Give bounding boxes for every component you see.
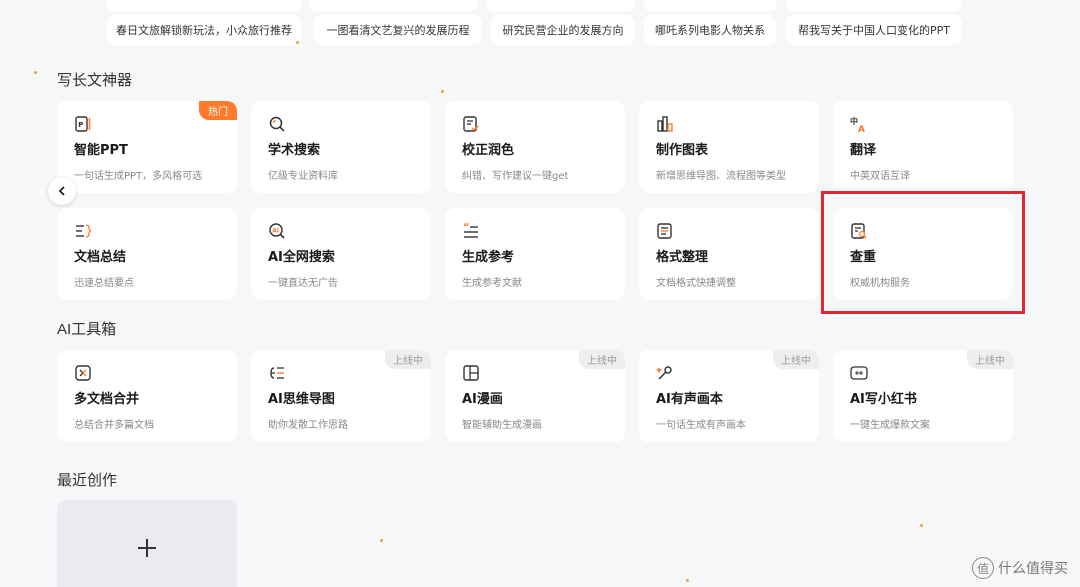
suggestion-chip[interactable]: 研究民营企业的发展方向 [491, 15, 635, 45]
chart-icon [656, 115, 674, 133]
tool-card-desc: 一句话生成有声画本 [656, 420, 746, 431]
tool-card-name: 多文档合并 [74, 392, 140, 407]
coming-soon-badge: 上线中 [385, 350, 431, 369]
tool-card-desc: 生成参考文献 [462, 278, 522, 289]
tool-card-desc: 纠错、写作建议一键get [462, 171, 569, 182]
ppt-icon: P [74, 115, 92, 133]
tool-card-name: AI有声画本 [656, 392, 723, 407]
tool-card-smart-ppt[interactable]: P 热门 智能PPT 一句话生成PPT，多风格可选 [57, 101, 237, 193]
tool-card-desc: 智能辅助生成漫画 [462, 420, 542, 431]
suggestion-chip-ghost [309, 0, 477, 12]
suggestion-chip[interactable]: 哪吒系列电影人物关系 [644, 15, 776, 45]
comic-icon [462, 364, 480, 382]
tool-card-name: 学术搜索 [268, 143, 321, 158]
tool-card-ai-audiobook[interactable]: 上线中 AI有声画本 一句话生成有声画本 [639, 350, 819, 442]
tool-card-name: AI思维导图 [268, 392, 335, 407]
chevron-left-icon [56, 182, 68, 201]
mindmap-icon [268, 364, 286, 382]
tool-card-desc: 助你发散工作思路 [268, 420, 348, 431]
tool-card-doc-summary[interactable]: 文档总结 迅速总结要点 [57, 208, 237, 300]
tool-card-name: 翻译 [850, 143, 877, 158]
tool-card-translate[interactable]: 中A 翻译 中英双语互译 [833, 101, 1013, 193]
tool-card-generate-reference[interactable]: “ 生成参考 生成参考文献 [445, 208, 625, 300]
coming-soon-badge: 上线中 [967, 350, 1013, 369]
svg-text:A: A [858, 125, 865, 133]
reference-icon: “ [462, 222, 480, 240]
new-creation-button[interactable] [57, 500, 237, 587]
audiobook-icon [656, 364, 674, 382]
tool-card-name: 制作图表 [656, 143, 709, 158]
suggestion-chips: 春日文旅解锁新玩法，小众旅行推荐 一图看清文艺复兴的发展历程 研究民营企业的发展… [0, 0, 1080, 60]
coming-soon-badge: 上线中 [579, 350, 625, 369]
svg-text:AI: AI [272, 228, 279, 235]
tool-card-merge-docs[interactable]: 多文档合并 总结合并多篇文档 [57, 350, 237, 442]
tool-card-name: 智能PPT [74, 143, 128, 158]
format-icon [656, 222, 674, 240]
section-title-writing: 写长文神器 [57, 72, 133, 89]
decorative-dot [441, 90, 444, 93]
tool-card-desc: 文档格式快捷调整 [656, 278, 736, 289]
tool-card-name: 文档总结 [74, 250, 127, 265]
svg-text:P: P [78, 121, 83, 129]
tool-card-academic-search[interactable]: 学术搜索 亿级专业资料库 [251, 101, 431, 193]
tool-card-desc: 中英双语互译 [850, 171, 910, 182]
watermark-logo: 值 [972, 557, 994, 579]
tool-card-name: 格式整理 [656, 250, 709, 265]
tool-card-desc: 新增思维导图、流程图等类型 [656, 171, 786, 182]
suggestion-chip-ghost [644, 0, 776, 12]
tool-card-ai-mindmap[interactable]: 上线中 AI思维导图 助你发散工作思路 [251, 350, 431, 442]
ai-search-icon: AI [268, 222, 286, 240]
tool-card-desc: 一键直达无广告 [268, 278, 338, 289]
tool-card-ai-xiaohongshu[interactable]: 上线中 AI写小红书 一键生成爆款文案 [833, 350, 1013, 442]
highlight-annotation [821, 191, 1025, 314]
suggestion-chip[interactable]: 帮我写关于中国人口变化的PPT [786, 15, 962, 45]
decorative-dot [920, 524, 923, 527]
suggestion-chip-ghost [487, 0, 635, 12]
tool-card-name: AI漫画 [462, 392, 503, 407]
tool-card-desc: 一键生成爆款文案 [850, 420, 930, 431]
tool-card-make-chart[interactable]: 制作图表 新增思维导图、流程图等类型 [639, 101, 819, 193]
suggestion-chip[interactable]: 春日文旅解锁新玩法，小众旅行推荐 [107, 15, 301, 45]
tool-card-desc: 亿级专业资料库 [268, 171, 338, 182]
decorative-dot [34, 71, 37, 74]
merge-icon [74, 364, 92, 382]
coming-soon-badge: 上线中 [773, 350, 819, 369]
tool-card-name: AI写小红书 [850, 392, 917, 407]
search-icon [268, 115, 286, 133]
plus-icon [136, 537, 158, 563]
suggestion-chip-ghost [786, 0, 962, 12]
section-title-ai-toolbox: AI工具箱 [57, 321, 117, 338]
carousel-prev-button[interactable] [48, 177, 76, 205]
watermark: 值 什么值得买 [972, 557, 1068, 579]
suggestion-chip-ghost [107, 0, 301, 12]
tool-card-format-organize[interactable]: 格式整理 文档格式快捷调整 [639, 208, 819, 300]
section-title-recent: 最近创作 [57, 472, 118, 489]
tool-card-name: 生成参考 [462, 250, 515, 265]
tool-card-proofread[interactable]: 校正润色 纠错、写作建议一键get [445, 101, 625, 193]
svg-text:中: 中 [850, 116, 858, 126]
tool-card-name: 校正润色 [462, 143, 515, 158]
tool-card-ai-comic[interactable]: 上线中 AI漫画 智能辅助生成漫画 [445, 350, 625, 442]
edit-doc-icon [462, 115, 480, 133]
tool-card-desc: 迅速总结要点 [74, 278, 134, 289]
tool-card-desc: 总结合并多篇文档 [74, 420, 154, 431]
hot-badge: 热门 [199, 101, 237, 120]
decorative-dot [296, 41, 299, 44]
suggestion-chip[interactable]: 一图看清文艺复兴的发展历程 [314, 15, 482, 45]
summary-icon [74, 222, 92, 240]
tool-card-name: AI全网搜索 [268, 250, 335, 265]
decorative-dot [686, 579, 689, 582]
translate-icon: 中A [850, 115, 868, 133]
decorative-dot [380, 539, 383, 542]
tool-card-desc: 一句话生成PPT，多风格可选 [74, 171, 203, 182]
tool-card-ai-web-search[interactable]: AI AI全网搜索 一键直达无广告 [251, 208, 431, 300]
xiaohongshu-icon [850, 364, 868, 382]
watermark-text: 什么值得买 [998, 561, 1068, 577]
